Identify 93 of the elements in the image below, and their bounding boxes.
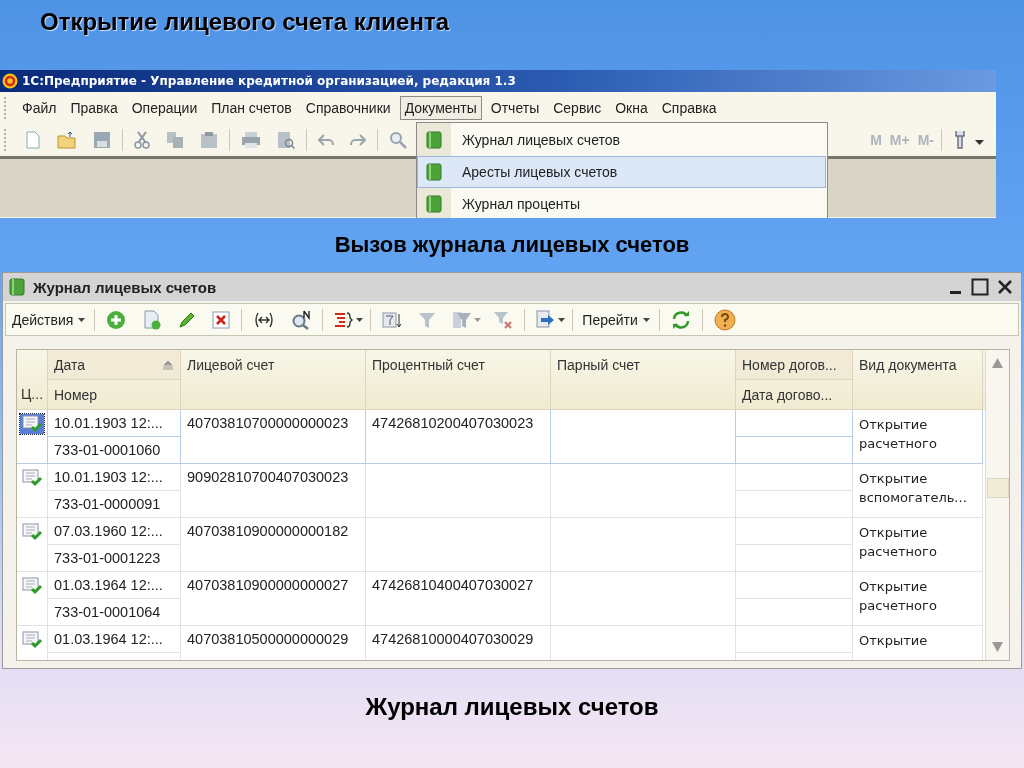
caret-icon[interactable]	[975, 140, 984, 146]
dropdown-item-label: Журнал лицевых счетов	[462, 132, 620, 148]
logo-icon	[2, 73, 18, 89]
delete-icon[interactable]	[212, 310, 231, 329]
table-cell: 40703810900000000027	[187, 577, 349, 593]
table-cell: 40703810700000000023	[187, 415, 349, 431]
table-cell-text: Открытие расчетного	[859, 416, 938, 453]
dropdown-item[interactable]: Аресты лицевых счетов	[417, 156, 826, 188]
add-icon[interactable]	[106, 309, 127, 330]
scissors-icon[interactable]	[134, 131, 150, 149]
save-icon[interactable]	[93, 131, 111, 149]
filter-icon[interactable]	[452, 309, 473, 330]
dropdown-item[interactable]: Журнал проценты	[417, 188, 826, 218]
column-header[interactable]: Лицевой счет	[187, 356, 275, 373]
column-header[interactable]: Вид документа	[859, 356, 957, 373]
scroll-down-icon[interactable]	[992, 642, 1003, 652]
clipboard-icon[interactable]	[200, 131, 218, 149]
table-cell: 01.03.1964 12:...	[54, 631, 163, 647]
column-header[interactable]: Парный счет	[557, 356, 640, 373]
table-cell: 47426810400407030027	[372, 577, 534, 593]
menu-item[interactable]: План счетов	[206, 96, 297, 120]
undo-arrow-icon[interactable]	[318, 133, 334, 147]
clear-filter-icon[interactable]	[493, 309, 514, 330]
maximize-icon[interactable]	[971, 278, 989, 296]
menu-item[interactable]: Файл	[17, 96, 62, 120]
table-cell: 10.01.1903 12:...	[54, 469, 163, 485]
window-title: 1С:Предприятие - Управление кредитной организацией, редакция 1.3	[22, 74, 516, 88]
redo-arrow-icon[interactable]	[350, 133, 366, 147]
table-cell: 733-01-0001060	[54, 442, 161, 458]
search-icon[interactable]	[291, 309, 312, 330]
dropdown-item-label: Журнал проценты	[462, 196, 580, 212]
scroll-up-icon[interactable]	[992, 358, 1003, 368]
book-icon	[426, 163, 442, 181]
printer-icon[interactable]	[241, 131, 261, 149]
menu-item[interactable]: Операции	[126, 96, 203, 120]
help-icon[interactable]	[713, 308, 736, 331]
table-cell: 733-01-0001223	[54, 550, 161, 566]
menu-item[interactable]: Документы	[399, 96, 482, 120]
close-icon[interactable]	[997, 279, 1013, 295]
pencil-icon[interactable]	[178, 310, 197, 329]
menu-item[interactable]: Сервис	[548, 96, 607, 120]
wrench-icon[interactable]	[953, 130, 967, 150]
table-cell-text: Открытие	[859, 632, 928, 650]
column-header[interactable]: Дата догово...	[742, 386, 833, 403]
table-cell: 07.03.1960 12:...	[54, 523, 163, 539]
scrollbar[interactable]	[985, 350, 1009, 660]
menu-item[interactable]: Справка	[656, 96, 722, 120]
caret-icon[interactable]	[558, 317, 566, 322]
copy-icon[interactable]	[166, 131, 184, 149]
table-cell-text: Открытие расчетного	[859, 578, 938, 615]
table-cell: 90902810700407030023	[187, 469, 349, 485]
slide-title: Открытие лицевого счета клиента	[39, 7, 450, 37]
caption: Журнал лицевых счетов	[365, 692, 659, 722]
table-cell: 47426810200407030023	[372, 415, 534, 431]
menu-item[interactable]: Справочники	[300, 96, 396, 120]
range-icon[interactable]	[253, 310, 276, 329]
book-icon	[426, 195, 442, 213]
table-cell: 40703810500000000029	[187, 631, 349, 647]
column-header[interactable]: Номер	[54, 386, 98, 403]
table-cell: 01.03.1964 12:...	[54, 577, 163, 593]
caret-icon[interactable]	[356, 317, 364, 322]
copy-document-icon[interactable]	[142, 309, 163, 330]
go-to-button[interactable]: Перейти	[576, 309, 656, 330]
column-header[interactable]: Дата	[54, 356, 85, 373]
table-cell: 733-01-0000091	[54, 496, 161, 512]
open-folder-icon[interactable]	[57, 131, 77, 149]
column-header[interactable]: Ц...	[21, 385, 44, 402]
new-document-icon[interactable]	[25, 131, 41, 149]
menu-item[interactable]: Правка	[65, 96, 123, 120]
filter-settings-icon[interactable]	[382, 309, 403, 330]
table-cell-text: Открытие вспомогатель...	[859, 470, 968, 507]
print-preview-icon[interactable]	[277, 131, 295, 149]
window-title: Журнал лицевых счетов	[33, 278, 217, 296]
caret-icon	[642, 317, 650, 322]
column-header[interactable]: Процентный счет	[372, 356, 485, 373]
refresh-icon[interactable]	[670, 310, 691, 329]
book-icon	[426, 131, 442, 149]
dropdown-item-label: Аресты лицевых счетов	[462, 164, 618, 180]
table-cell-text: Открытие расчетного	[859, 524, 938, 561]
menu-item[interactable]: Отчеты	[485, 96, 545, 120]
table-cell: 40703810900000000182	[187, 523, 349, 539]
book-icon	[9, 278, 25, 296]
table-cell: 10.01.1903 12:...	[54, 415, 163, 431]
scroll-thumb[interactable]	[986, 478, 1009, 498]
table-cell: 47426810000407030029	[372, 631, 534, 647]
table-cell: 733-01-0001064	[54, 604, 161, 620]
caret-icon	[78, 317, 86, 322]
caption: Вызов журнала лицевых счетов	[334, 231, 690, 259]
hierarchy-list-icon[interactable]	[334, 310, 355, 329]
dropdown-item[interactable]: Журнал лицевых счетов	[417, 124, 826, 156]
menu-item[interactable]: Окна	[610, 96, 653, 120]
sort-icon[interactable]	[162, 359, 174, 370]
actions-button[interactable]: Действия	[6, 309, 92, 330]
